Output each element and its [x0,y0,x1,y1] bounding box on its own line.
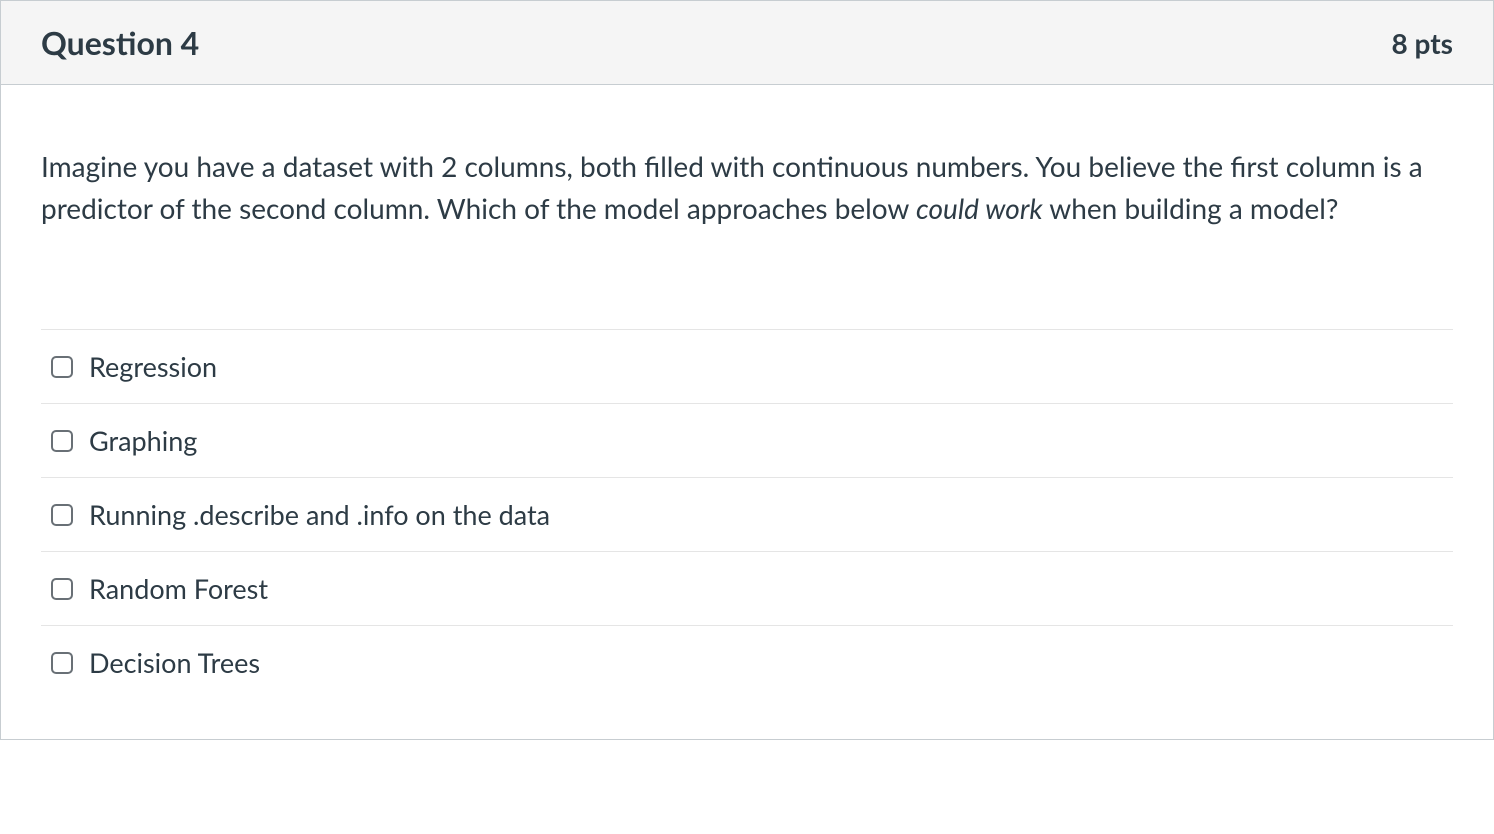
answer-label[interactable]: Graphing [89,424,197,457]
answer-label[interactable]: Running .describe and .info on the data [89,498,550,531]
checkbox-icon[interactable] [51,356,73,378]
prompt-text-after: when building a model? [1043,191,1339,225]
question-points: 8 pts [1392,26,1453,60]
answer-item: Regression [41,329,1453,403]
checkbox-icon[interactable] [51,578,73,600]
question-container: Question 4 8 pts Imagine you have a data… [0,0,1494,740]
checkbox-icon[interactable] [51,504,73,526]
question-body: Imagine you have a dataset with 2 column… [1,85,1493,739]
answer-label[interactable]: Random Forest [89,572,268,605]
answer-item: Random Forest [41,551,1453,625]
question-header: Question 4 8 pts [1,1,1493,85]
question-title: Question 4 [41,23,199,62]
prompt-em: could work [916,191,1043,225]
checkbox-icon[interactable] [51,652,73,674]
answer-item: Graphing [41,403,1453,477]
answer-label[interactable]: Decision Trees [89,646,260,679]
question-prompt: Imagine you have a dataset with 2 column… [41,145,1453,229]
answer-label[interactable]: Regression [89,350,217,383]
answers-list: Regression Graphing Running .describe an… [41,329,1453,699]
answer-item: Running .describe and .info on the data [41,477,1453,551]
checkbox-icon[interactable] [51,430,73,452]
answer-item: Decision Trees [41,625,1453,699]
